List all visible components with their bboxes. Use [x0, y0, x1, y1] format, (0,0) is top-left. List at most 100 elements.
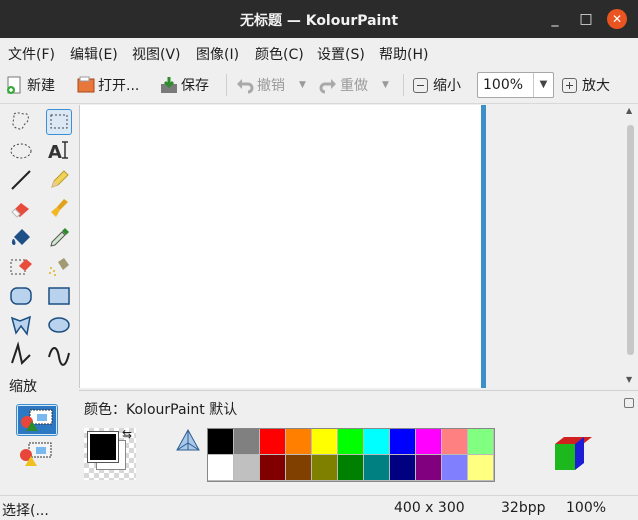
color-swatch[interactable]	[468, 455, 494, 481]
rectangle-icon	[48, 287, 70, 305]
zoom-option-opaque[interactable]	[16, 404, 58, 436]
scrollbar-thumb[interactable]	[627, 125, 634, 355]
color-swatch[interactable]	[442, 455, 468, 481]
curve-tool[interactable]	[46, 341, 72, 367]
color-cube-icon	[555, 437, 592, 470]
menu-edit[interactable]: 编辑(E)	[70, 44, 118, 64]
color-swatch[interactable]	[468, 429, 494, 455]
color-swatch[interactable]	[260, 455, 286, 481]
text-tool[interactable]: A	[46, 138, 72, 164]
brush-icon	[51, 199, 68, 217]
color-swatch[interactable]	[416, 429, 442, 455]
canvas-resize-handle[interactable]	[481, 105, 486, 388]
zoom-combo[interactable]: 100% ▼	[477, 72, 554, 98]
scroll-up-icon[interactable]: ▲	[626, 106, 632, 115]
foreground-color-swatch[interactable]	[87, 431, 119, 463]
vertical-scrollbar[interactable]: ▲ ▼	[623, 105, 638, 388]
undo-dropdown-icon[interactable]: ▼	[299, 80, 306, 90]
color-swatch[interactable]	[442, 429, 468, 455]
dual-color-button[interactable]: ⇆	[84, 427, 136, 480]
color-swatch[interactable]	[260, 429, 286, 455]
zoom-in-label: 放大	[582, 78, 610, 94]
scroll-down-icon[interactable]: ▼	[626, 375, 632, 384]
open-label: 打开...	[98, 78, 140, 94]
color-swatch[interactable]	[286, 429, 312, 455]
zoom-in-button[interactable]: 放大	[562, 73, 610, 97]
zoom-in-icon	[562, 77, 577, 93]
free-form-selection-tool[interactable]	[8, 109, 34, 135]
line-tool[interactable]	[8, 167, 34, 193]
text-icon: A	[48, 141, 68, 163]
polygon-tool[interactable]	[8, 312, 34, 338]
menu-view[interactable]: 视图(V)	[132, 44, 181, 64]
transparent-color-icon[interactable]	[174, 428, 202, 456]
line-icon	[11, 170, 31, 190]
zoom-out-button[interactable]: 缩小	[413, 73, 461, 97]
color-swatch[interactable]	[338, 429, 364, 455]
chevron-down-icon[interactable]: ▼	[533, 73, 553, 97]
color-swatch[interactable]	[234, 429, 260, 455]
color-swatch[interactable]	[312, 429, 338, 455]
polygon-icon	[10, 315, 31, 336]
connected-lines-tool[interactable]	[8, 341, 34, 367]
color-eraser-icon	[10, 259, 32, 275]
open-button[interactable]: 打开...	[77, 73, 139, 97]
zoom-option-transparent[interactable]	[16, 438, 58, 470]
menu-file[interactable]: 文件(F)	[8, 44, 55, 64]
eraser-tool[interactable]	[8, 196, 34, 222]
elliptical-selection-tool[interactable]	[8, 138, 34, 164]
window-title: 无标题 — KolourPaint	[239, 13, 399, 29]
color-swatch[interactable]	[416, 455, 442, 481]
color-swatch[interactable]	[234, 455, 260, 481]
color-swatch[interactable]	[338, 455, 364, 481]
close-button[interactable]: ✕	[607, 9, 627, 29]
menu-bar: 文件(F) 编辑(E) 视图(V) 图像(I) 颜色(C) 设置(S) 帮助(H…	[0, 38, 638, 66]
color-swatch[interactable]	[208, 455, 234, 481]
undo-button[interactable]: 撤销 ▼	[236, 73, 306, 97]
rect-select-icon	[50, 114, 68, 129]
rounded-rectangle-icon	[10, 287, 32, 305]
color-swatch[interactable]	[286, 455, 312, 481]
color-swatch[interactable]	[364, 455, 390, 481]
color-swatch[interactable]	[364, 429, 390, 455]
rectangular-selection-tool[interactable]	[46, 109, 72, 135]
toolbar-separator	[403, 74, 404, 96]
rounded-rectangle-tool[interactable]	[8, 283, 34, 309]
color-swatch[interactable]	[390, 455, 416, 481]
menu-image[interactable]: 图像(I)	[196, 44, 239, 64]
redo-arrow-icon	[319, 79, 336, 94]
canvas-viewport	[79, 105, 623, 388]
color-palette-grid	[207, 428, 495, 482]
new-button[interactable]: 新建	[6, 73, 55, 97]
swap-colors-icon[interactable]: ⇆	[122, 427, 132, 441]
menu-colors[interactable]: 颜色(C)	[255, 44, 304, 64]
color-swatch[interactable]	[390, 429, 416, 455]
redo-button[interactable]: 重做 ▼	[319, 73, 389, 97]
color-picker-tool[interactable]	[46, 225, 72, 251]
zoom-level: 100%	[566, 500, 607, 516]
lasso-icon	[12, 112, 29, 130]
eyedropper-icon	[50, 228, 69, 247]
menu-settings[interactable]: 设置(S)	[317, 44, 365, 64]
flood-fill-tool[interactable]	[8, 225, 34, 251]
color-swatch[interactable]	[312, 455, 338, 481]
minimize-button[interactable]: _	[545, 9, 565, 29]
menu-help[interactable]: 帮助(H)	[379, 44, 428, 64]
zoom-combo-value[interactable]: 100%	[483, 77, 523, 93]
status-message: 选择(...	[2, 503, 49, 519]
opaque-selection-icon	[18, 406, 56, 434]
drawing-canvas[interactable]	[80, 105, 481, 388]
undo-arrow-icon	[237, 79, 254, 94]
redo-dropdown-icon[interactable]: ▼	[382, 80, 389, 90]
pen-tool[interactable]	[46, 167, 72, 193]
brush-tool[interactable]	[46, 196, 72, 222]
rectangle-tool[interactable]	[46, 283, 72, 309]
save-button[interactable]: 保存	[160, 73, 209, 97]
maximize-button[interactable]: □	[576, 9, 596, 29]
ellipse-tool[interactable]	[46, 312, 72, 338]
pencil-icon	[51, 170, 69, 188]
spraycan-tool[interactable]	[46, 254, 72, 280]
color-eraser-tool[interactable]	[8, 254, 34, 280]
restore-panel-icon[interactable]	[624, 398, 634, 408]
color-swatch[interactable]	[208, 429, 234, 455]
